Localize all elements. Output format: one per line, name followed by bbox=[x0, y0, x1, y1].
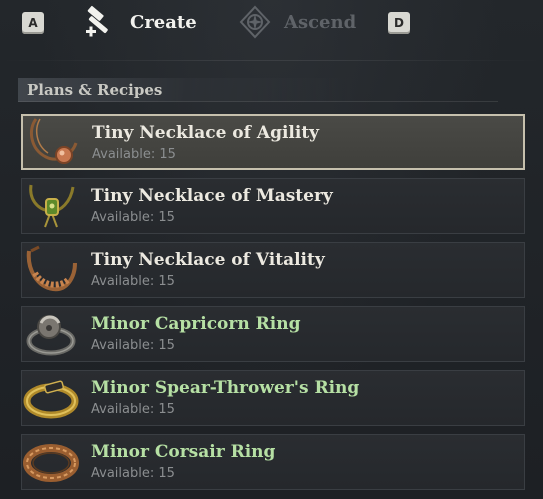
recipe-item-agility-necklace[interactable]: Tiny Necklace of Agility Available: 15 bbox=[21, 114, 525, 170]
recipe-name: Tiny Necklace of Agility bbox=[92, 123, 320, 143]
tab-ascend[interactable]: Ascend bbox=[238, 4, 356, 40]
recipe-availability: Available: 15 bbox=[91, 274, 175, 289]
recipe-name: Tiny Necklace of Mastery bbox=[91, 186, 333, 206]
tab-create-label: Create bbox=[130, 11, 197, 33]
header-divider bbox=[0, 60, 543, 61]
recipe-name: Minor Spear-Thrower's Ring bbox=[91, 378, 360, 398]
hammer-icon bbox=[84, 4, 118, 40]
tab-ascend-label: Ascend bbox=[284, 11, 357, 33]
recipe-name: Minor Corsair Ring bbox=[91, 442, 276, 462]
crafting-panel: A Create Ascend D Plans & Recipes Tiny N… bbox=[0, 0, 543, 499]
recipe-item-corsair-ring[interactable]: Minor Corsair Ring Available: 15 bbox=[21, 434, 525, 490]
ascend-icon bbox=[238, 4, 272, 40]
section-title: Plans & Recipes bbox=[27, 80, 163, 99]
recipe-list: Tiny Necklace of Agility Available: 15 T… bbox=[21, 114, 525, 498]
necklace-icon bbox=[23, 116, 83, 168]
recipe-item-spear-thrower-ring[interactable]: Minor Spear-Thrower's Ring Available: 15 bbox=[21, 370, 525, 426]
necklace-icon bbox=[22, 179, 82, 233]
recipe-name: Tiny Necklace of Vitality bbox=[91, 250, 325, 270]
recipe-item-capricorn-ring[interactable]: Minor Capricorn Ring Available: 15 bbox=[21, 306, 525, 362]
recipe-availability: Available: 15 bbox=[91, 338, 175, 353]
ring-icon bbox=[22, 307, 82, 361]
ring-icon bbox=[22, 371, 82, 425]
recipe-availability: Available: 15 bbox=[92, 147, 176, 162]
recipe-availability: Available: 15 bbox=[91, 402, 175, 417]
recipe-availability: Available: 15 bbox=[91, 210, 175, 225]
key-hint-left[interactable]: A bbox=[22, 12, 44, 34]
section-header: Plans & Recipes bbox=[18, 78, 498, 102]
recipe-item-mastery-necklace[interactable]: Tiny Necklace of Mastery Available: 15 bbox=[21, 178, 525, 234]
recipe-name: Minor Capricorn Ring bbox=[91, 314, 301, 334]
recipe-availability: Available: 15 bbox=[91, 466, 175, 481]
tab-create[interactable]: Create bbox=[84, 4, 197, 40]
tab-bar: A Create Ascend D bbox=[0, 0, 543, 44]
ring-icon bbox=[22, 435, 82, 489]
key-hint-right[interactable]: D bbox=[388, 12, 410, 34]
necklace-icon bbox=[22, 243, 82, 297]
recipe-item-vitality-necklace[interactable]: Tiny Necklace of Vitality Available: 15 bbox=[21, 242, 525, 298]
